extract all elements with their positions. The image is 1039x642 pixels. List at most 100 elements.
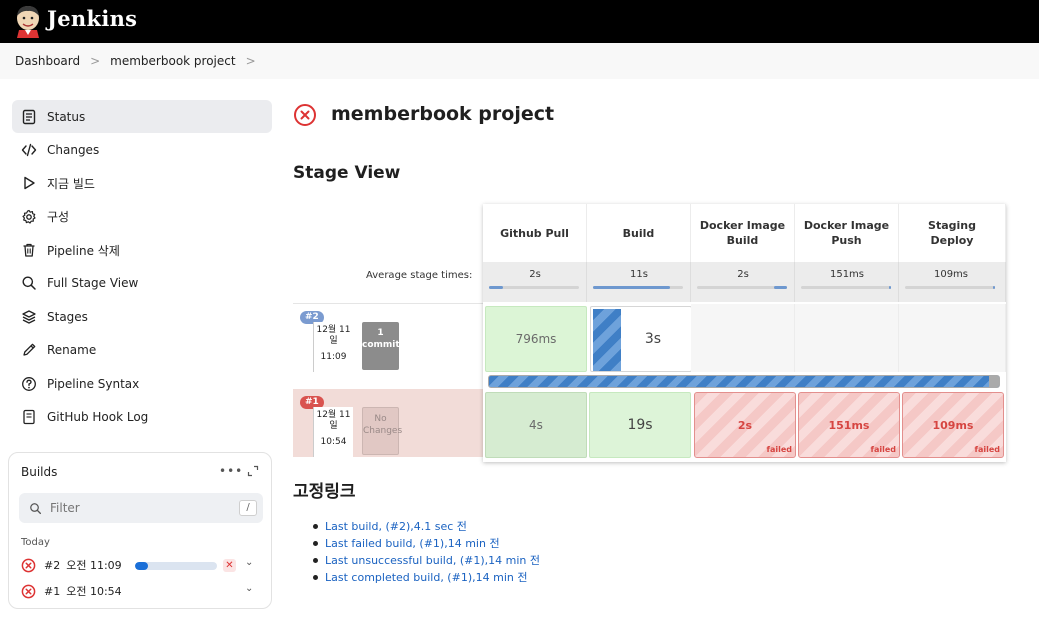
stage-cell-running[interactable]: 3s [590, 306, 692, 372]
stage-average: 151ms [795, 262, 899, 302]
stage-cell-success[interactable]: 796ms [485, 306, 587, 372]
stage-cell-empty [899, 304, 1006, 372]
stage-average-value: 11s [630, 269, 648, 280]
permalink-last-completed-build[interactable]: Last completed build, (#1),14 min 전 [313, 569, 540, 586]
stage-average: 109ms [899, 262, 1006, 302]
failed-tag: failed [974, 445, 1000, 454]
stage-header: Docker Image Push [795, 204, 899, 262]
stage-average-value: 2s [529, 269, 541, 280]
breadcrumb-project[interactable]: memberbook project [110, 54, 235, 68]
builds-filter[interactable]: / [19, 493, 263, 523]
sidebar-item-rename[interactable]: Rename [12, 334, 272, 367]
sidebar-item-pipeline-syntax[interactable]: Pipeline Syntax [12, 367, 272, 400]
stage-average-bar [593, 286, 683, 289]
builds-panel: Builds ••• / Today #2 오전 11:09 ✕ ⌄ #1 오전… [8, 452, 272, 609]
run-date-text: 12월 11 일 [316, 325, 351, 346]
search-icon [30, 502, 42, 514]
stage-cell-failed[interactable]: 151ms failed [798, 392, 900, 458]
failed-tag: failed [870, 445, 896, 454]
search-icon [22, 276, 36, 291]
top-bar: Jenkins [0, 0, 1039, 43]
expand-icon[interactable] [247, 465, 259, 477]
run-progress-remaining [989, 376, 999, 387]
help-icon [22, 376, 36, 391]
sidebar-item-label: Status [47, 109, 86, 124]
run-progress-bar [488, 375, 1000, 388]
stage-duration: 796ms [515, 332, 557, 346]
run-time-text: 11:09 [320, 352, 347, 362]
failed-icon [21, 558, 36, 572]
average-stage-times-label: Average stage times: [366, 270, 473, 281]
stage-cell-success[interactable]: 19s [589, 392, 691, 458]
stage-average-bar-fill [489, 286, 503, 289]
jenkins-logo-icon[interactable] [14, 4, 42, 38]
build-row-2[interactable]: #2 오전 11:09 ✕ ⌄ [21, 555, 261, 575]
sidebar-item-label: Pipeline Syntax [47, 376, 140, 391]
chevron-down-icon[interactable]: ⌄ [245, 557, 253, 568]
breadcrumb: Dashboard > memberbook project > [0, 43, 1039, 79]
permalink-last-failed-build[interactable]: Last failed build, (#1),14 min 전 [313, 535, 540, 552]
build-number[interactable]: #1 [44, 585, 60, 598]
stage-cell-success[interactable]: 4s [485, 392, 587, 458]
play-icon [24, 177, 35, 190]
layers-icon [22, 310, 36, 324]
builds-filter-input[interactable] [50, 501, 210, 515]
stage-average-bar [489, 286, 579, 289]
run-changes[interactable]: 1 commit [362, 322, 400, 370]
page-title: memberbook project [331, 103, 555, 125]
stage-duration: 151ms [828, 418, 870, 432]
stage-average-bar [697, 286, 787, 289]
stage-cell-failed[interactable]: 2s failed [694, 392, 796, 458]
breadcrumb-dashboard[interactable]: Dashboard [15, 54, 80, 68]
stage-average: 2s [483, 262, 587, 302]
builds-group-label: Today [21, 537, 50, 548]
sidebar-item-status[interactable]: Status [12, 100, 272, 133]
permalinks-title: 고정링크 [293, 482, 356, 502]
stage-header: Build [587, 204, 691, 262]
sidebar-item-label: Changes [47, 142, 100, 157]
filter-shortcut-key: / [239, 500, 257, 516]
more-options-icon[interactable]: ••• [219, 464, 243, 478]
permalink-last-unsuccessful-build[interactable]: Last unsuccessful build, (#1),14 min 전 [313, 552, 540, 569]
sidebar-item-label: Pipeline 삭제 [47, 243, 120, 258]
builds-title: Builds [21, 465, 58, 479]
run-time-text: 10:54 [320, 437, 347, 447]
failed-tag: failed [766, 445, 792, 454]
permalink-last-build[interactable]: Last build, (#2),4.1 sec 전 [313, 518, 540, 535]
stage-average: 2s [691, 262, 795, 302]
sidebar-item-github-hook-log[interactable]: GitHub Hook Log [12, 401, 272, 434]
stage-average-bar [801, 286, 891, 289]
permalinks-list: Last build, (#2),4.1 sec 전 Last failed b… [313, 518, 540, 586]
stage-header: Staging Deploy [899, 204, 1006, 262]
run-row-2-info: #2 12월 11 일 11:09 1 commit [293, 303, 483, 372]
stage-average-bar-fill [993, 286, 995, 289]
build-row-1[interactable]: #1 오전 10:54 ⌄ [21, 581, 261, 601]
sidebar-item-changes[interactable]: Changes [12, 133, 272, 166]
stage-average-bar-fill [889, 286, 891, 289]
sidebar-item-build-now[interactable]: 지금 빌드 [12, 167, 272, 200]
stage-average-bar-fill [593, 286, 670, 289]
breadcrumb-separator: > [90, 54, 101, 68]
sidebar-item-full-stage-view[interactable]: Full Stage View [12, 267, 272, 300]
run-date-text: 12월 11 일 [316, 410, 351, 431]
build-number[interactable]: #2 [44, 559, 60, 572]
build-progress-fill [135, 562, 149, 570]
breadcrumb-separator[interactable]: > [246, 54, 256, 68]
abort-build-button[interactable]: ✕ [223, 559, 236, 572]
sidebar-item-stages[interactable]: Stages [12, 300, 272, 333]
run-row-1-info: #1 12월 11 일 10:54 No Changes [293, 389, 483, 457]
run-date: 12월 11 일 10:54 [313, 407, 353, 457]
chevron-down-icon[interactable]: ⌄ [245, 583, 253, 594]
stage-duration: 2s [737, 418, 753, 432]
trash-icon [23, 243, 35, 257]
stage-view-table: Github Pull Build Docker Image Build Doc… [483, 204, 1006, 462]
sidebar-item-configure[interactable]: 구성 [12, 200, 272, 233]
stage-cell-failed[interactable]: 109ms failed [902, 392, 1004, 458]
sidebar-item-delete-pipeline[interactable]: Pipeline 삭제 [12, 234, 272, 267]
failed-status-icon [294, 104, 316, 126]
stage-average-value: 109ms [933, 269, 969, 280]
stage-cell-empty [795, 304, 899, 372]
brand-name[interactable]: Jenkins [47, 6, 137, 31]
gear-icon [22, 209, 36, 224]
sidebar-item-label: GitHub Hook Log [47, 410, 149, 425]
